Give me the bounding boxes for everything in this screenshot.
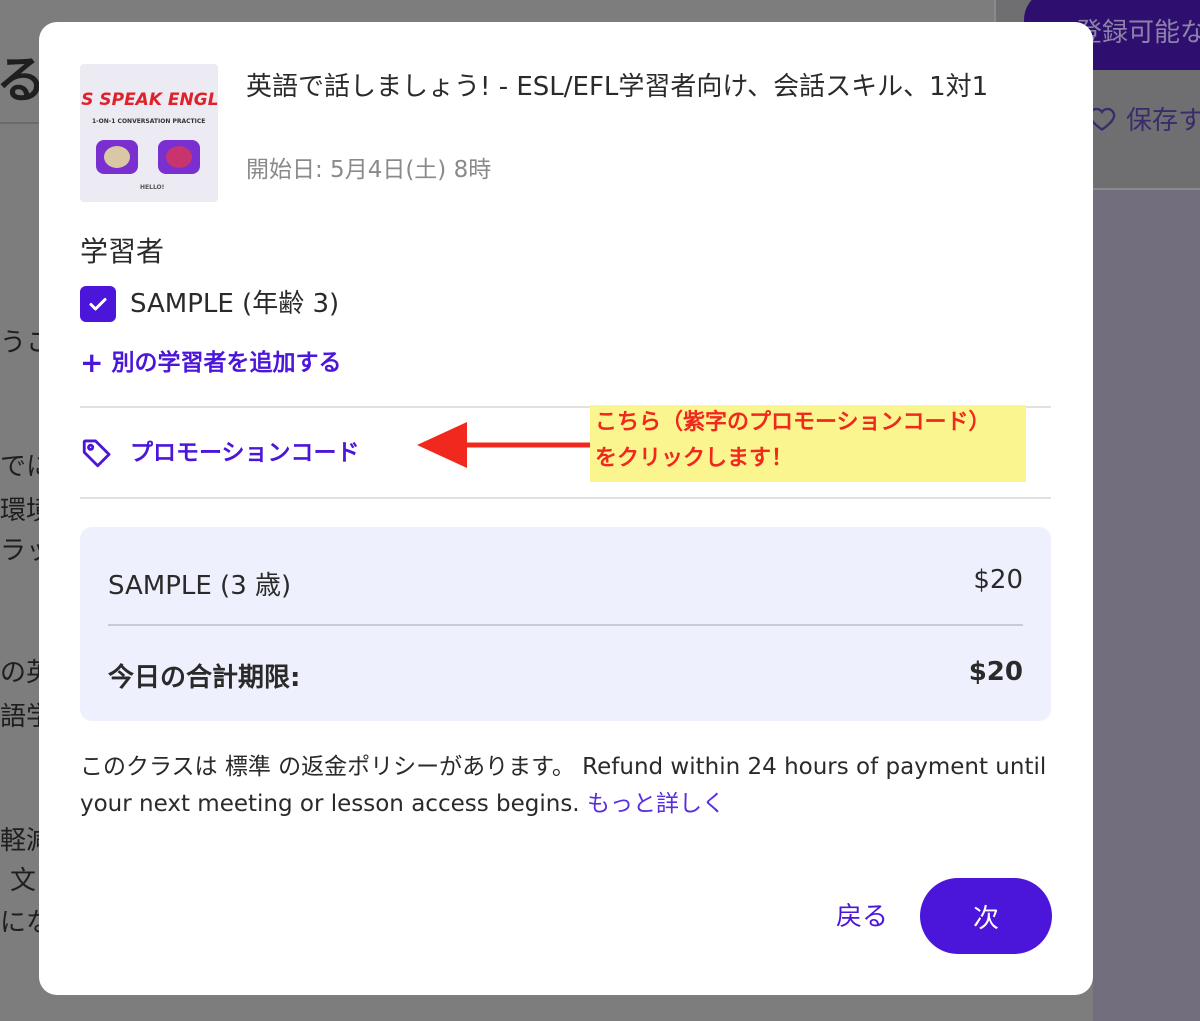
summary-item-label: SAMPLE (3 歳) [108, 571, 292, 601]
check-icon [89, 298, 107, 311]
learner-checkbox[interactable] [80, 286, 116, 322]
course-thumbnail: 'S SPEAK ENGLI 1-ON-1 CONVERSATION PRACT… [80, 64, 218, 202]
arrow-left-icon [417, 422, 593, 468]
next-button[interactable]: 次 [920, 878, 1052, 954]
annotation-line-1: こちら（紫字のプロモーションコード） [595, 410, 991, 435]
background-save-label: 保存す [1126, 106, 1200, 136]
enrollment-modal: 'S SPEAK ENGLI 1-ON-1 CONVERSATION PRACT… [39, 22, 1093, 995]
add-learner-link[interactable]: + 別の学習者を追加する [80, 346, 341, 380]
thumbnail-title: 'S SPEAK ENGLI [80, 90, 218, 110]
instruction-annotation: こちら（紫字のプロモーションコード） をクリックします！ [590, 405, 1026, 482]
promo-code-label: プロモーションコード [130, 440, 360, 466]
background-save-link: 保存す [1088, 100, 1200, 137]
course-title: 英語で話しましょう! - ESL/EFL学習者向け、会話スキル、1対1 [246, 72, 989, 102]
learners-heading: 学習者 [80, 235, 165, 268]
background-divider [0, 122, 40, 124]
learn-more-link[interactable]: もっと詳しく [587, 791, 725, 817]
background-text-fragment: 文 [10, 866, 37, 896]
summary-total-label: 今日の合計期限: [108, 663, 301, 693]
annotation-line-2: をクリックします！ [595, 446, 794, 471]
speech-bubble-icon [158, 140, 200, 174]
summary-item-price: $20 [973, 565, 1023, 595]
background-overlay-strip [1093, 190, 1200, 1021]
course-start-date: 開始日: 5月4日(土) 8時 [246, 157, 492, 183]
promo-code-link[interactable]: プロモーションコード [80, 435, 360, 471]
refund-policy: このクラスは 標準 の返金ポリシーがあります。 Refund within 24… [80, 749, 1055, 823]
speech-bubble-icon [96, 140, 138, 174]
plus-icon: + [80, 346, 104, 379]
thumbnail-hello: HELLO! [140, 184, 165, 191]
refund-policy-text: このクラスは 標準 の返金ポリシーがあります。 Refund within 24… [80, 754, 1047, 817]
thumbnail-subtitle: 1-ON-1 CONVERSATION PRACTICE [92, 118, 206, 125]
price-summary: SAMPLE (3 歳) $20 今日の合計期限: $20 [80, 527, 1051, 721]
tag-icon [82, 439, 111, 468]
add-learner-label: 別の学習者を追加する [111, 350, 342, 376]
back-button[interactable]: 戻る [836, 896, 888, 933]
learner-label[interactable]: SAMPLE (年齢 3) [130, 286, 339, 322]
summary-total-price: $20 [968, 657, 1023, 687]
section-divider [80, 497, 1051, 499]
summary-divider [108, 624, 1023, 626]
